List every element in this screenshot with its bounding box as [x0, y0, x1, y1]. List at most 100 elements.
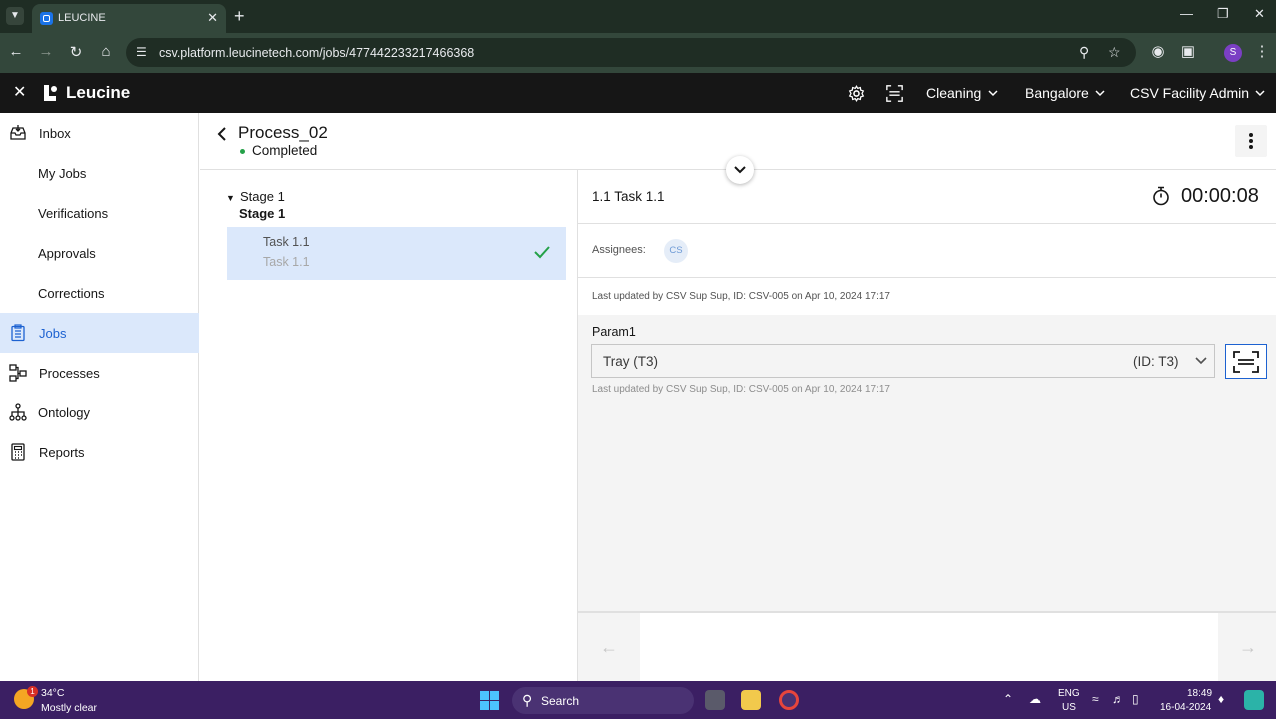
use-case-select[interactable]: Cleaning: [926, 85, 981, 101]
status-badge: Completed: [252, 143, 318, 158]
tray-chevron-up-icon[interactable]: ⌃: [1003, 692, 1013, 706]
task-view-icon[interactable]: [705, 690, 725, 710]
clock-time[interactable]: 18:49: [1187, 688, 1212, 699]
previous-task-arrow-icon[interactable]: ←: [600, 637, 618, 658]
caret-down-icon[interactable]: ▼: [226, 193, 235, 203]
assignees-row: Assignees: CS: [578, 224, 1276, 278]
restore-icon[interactable]: ❐: [1217, 6, 1229, 22]
volume-icon[interactable]: ♬: [1112, 692, 1124, 706]
extensions-puzzle-icon[interactable]: ▣: [1178, 42, 1198, 60]
weather-description[interactable]: Mostly clear: [41, 702, 97, 714]
onedrive-cloud-icon[interactable]: ☁: [1029, 692, 1041, 706]
home-icon[interactable]: ⌂: [96, 43, 116, 60]
tab-title: LEUCINE: [58, 12, 106, 24]
task-updated-row: Last updated by CSV Sup Sup, ID: CSV-005…: [578, 278, 1276, 315]
collapse-header-button[interactable]: [726, 156, 754, 184]
task-title: Task 1.1: [263, 235, 310, 249]
sidebar-item-ontology[interactable]: Ontology: [0, 392, 199, 432]
forward-arrow-icon[interactable]: →: [36, 43, 56, 60]
sidebar-item-approvals[interactable]: Approvals: [0, 233, 199, 273]
keyboard-layout[interactable]: US: [1062, 702, 1076, 713]
inbox-icon: [10, 125, 26, 140]
sidebar-item-label: Verifications: [38, 206, 109, 221]
task-title: 1.1 Task 1.1: [592, 189, 665, 204]
weather-temperature[interactable]: 34°C: [41, 687, 64, 699]
scan-icon: [1233, 351, 1259, 373]
sidebar-item-reports[interactable]: Reports: [0, 432, 199, 472]
browser-tab-bar: ▼ LEUCINE ✕ + — ❐ ✕: [0, 0, 1276, 33]
sidebar-item-label: Inbox: [39, 126, 71, 141]
address-bar[interactable]: ☰ csv.platform.leucinetech.com/jobs/4774…: [126, 38, 1136, 67]
stopwatch-icon: [1153, 186, 1169, 206]
stage-list-panel: ▼ Stage 1 Stage 1 Task 1.1 Task 1.1: [200, 170, 578, 681]
sidebar-item-corrections[interactable]: Corrections: [0, 273, 199, 313]
next-task-arrow-icon[interactable]: →: [1239, 637, 1257, 658]
chevron-down-icon: [1195, 357, 1207, 365]
weather-notification-badge: 1: [27, 686, 38, 697]
parameter-last-updated: Last updated by CSV Sup Sup, ID: CSV-005…: [592, 384, 890, 395]
browser-toolbar: ← → ↻ ⌂ ☰ csv.platform.leucinetech.com/j…: [0, 33, 1276, 73]
task-list-item[interactable]: Task 1.1 Task 1.1: [227, 227, 566, 280]
site-settings-icon[interactable]: ☰: [136, 45, 147, 59]
camera-extension-icon[interactable]: ◉: [1148, 42, 1168, 60]
parameter-resource-select[interactable]: Tray (T3) (ID: T3): [591, 344, 1215, 378]
more-options-icon[interactable]: [1235, 125, 1267, 157]
tab-list-chevron-icon[interactable]: ▼: [6, 7, 24, 25]
sidebar-item-my-jobs[interactable]: My Jobs: [0, 153, 199, 193]
chrome-icon[interactable]: [779, 690, 799, 710]
chevron-down-icon[interactable]: [1255, 89, 1265, 97]
avatar[interactable]: CS: [664, 239, 688, 263]
sidebar-item-verifications[interactable]: Verifications: [0, 193, 199, 233]
footer-actions-area: [640, 613, 1218, 681]
file-explorer-icon[interactable]: [741, 690, 761, 710]
sidebar: Inbox My Jobs Verifications Approvals Co…: [0, 113, 199, 681]
selected-id: (ID: T3): [1133, 354, 1179, 369]
chevron-down-icon: [734, 166, 746, 174]
windows-start-icon[interactable]: [480, 691, 500, 711]
windows-taskbar: 1 34°C Mostly clear ⚲ Search ⌃ ☁ ENG US …: [0, 681, 1276, 719]
search-label: Search: [541, 694, 580, 708]
task-subtitle: Task 1.1: [263, 255, 310, 269]
status-dot-icon: [240, 149, 245, 154]
ontology-icon: [9, 403, 27, 421]
sidebar-item-jobs[interactable]: Jobs: [0, 313, 199, 353]
window-close-icon[interactable]: ✕: [1254, 6, 1265, 22]
reload-icon[interactable]: ↻: [66, 43, 86, 61]
facility-select[interactable]: Bangalore: [1025, 85, 1089, 101]
language-indicator[interactable]: ENG: [1058, 688, 1080, 699]
notification-bell-icon[interactable]: ♦: [1218, 692, 1224, 706]
role-select[interactable]: CSV Facility Admin: [1130, 85, 1249, 101]
sidebar-item-inbox[interactable]: Inbox: [0, 113, 199, 153]
chevron-down-icon[interactable]: [988, 89, 998, 97]
chevron-down-icon[interactable]: [1095, 89, 1105, 97]
browser-menu-icon[interactable]: ⋮: [1252, 42, 1272, 60]
scan-icon[interactable]: [886, 85, 903, 102]
processes-icon: [9, 364, 27, 382]
sidebar-item-label: Approvals: [38, 246, 96, 261]
copilot-icon[interactable]: [1244, 690, 1264, 710]
browser-tab[interactable]: LEUCINE ✕: [32, 4, 226, 33]
task-header: 1.1 Task 1.1 00:00:08: [578, 170, 1276, 224]
profile-avatar[interactable]: S: [1224, 44, 1242, 62]
back-arrow-icon[interactable]: ←: [6, 43, 26, 60]
stage-label[interactable]: Stage 1: [240, 189, 285, 204]
sidebar-item-label: Processes: [39, 366, 100, 381]
bookmark-star-icon[interactable]: ☆: [1108, 44, 1121, 61]
stage-name: Stage 1: [239, 206, 286, 221]
password-key-icon[interactable]: ⚲: [1079, 44, 1089, 61]
tab-close-icon[interactable]: ✕: [207, 10, 218, 26]
selected-value: Tray (T3): [603, 354, 658, 369]
wifi-icon[interactable]: ≈: [1092, 692, 1099, 706]
back-chevron-icon[interactable]: [217, 127, 227, 141]
battery-icon[interactable]: ▯: [1132, 692, 1139, 706]
settings-gear-icon[interactable]: [848, 85, 865, 102]
url-text[interactable]: csv.platform.leucinetech.com/jobs/477442…: [159, 46, 474, 60]
taskbar-search[interactable]: ⚲ Search: [512, 687, 694, 714]
scan-code-button[interactable]: [1225, 344, 1267, 379]
minimize-icon[interactable]: —: [1180, 6, 1193, 21]
reports-icon: [11, 443, 25, 461]
close-menu-icon[interactable]: ✕: [13, 82, 26, 102]
clock-date[interactable]: 16-04-2024: [1160, 702, 1211, 713]
sidebar-item-processes[interactable]: Processes: [0, 353, 199, 393]
new-tab-icon[interactable]: +: [234, 6, 245, 27]
